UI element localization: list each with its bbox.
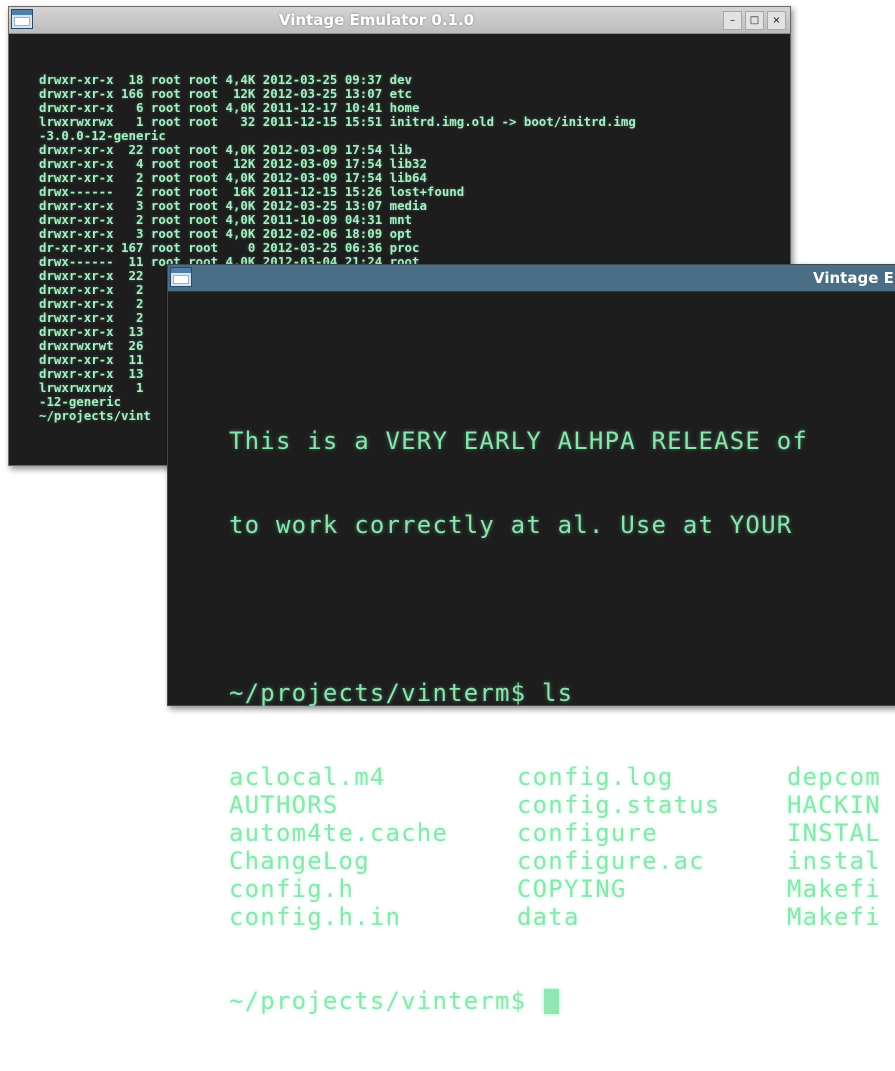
terminal-line: drwxr-xr-x 3 root root 4,0K 2012-02-06 1… bbox=[39, 226, 412, 241]
maximize-button[interactable]: □ bbox=[745, 11, 764, 30]
banner-line: to work correctly at al. Use at YOUR bbox=[229, 511, 793, 539]
file-name: Makefi bbox=[787, 903, 881, 931]
front-window-titlebar[interactable]: Vintage E bbox=[168, 265, 895, 292]
file-name: AUTHORS bbox=[229, 791, 339, 819]
file-name: COPYING bbox=[517, 875, 627, 903]
ls-listing: aclocal.m4 config.log depcom AUTHORS config.… bbox=[229, 763, 881, 931]
listing-row: ChangeLog configure.ac instal bbox=[229, 847, 881, 875]
terminal-line: drwx------ 2 root root 16K 2011-12-15 15… bbox=[39, 184, 465, 199]
file-name: configure.ac bbox=[517, 847, 705, 875]
terminal-line: drwxr-xr-x 4 root root 12K 2012-03-09 17… bbox=[39, 156, 427, 171]
file-name: config.log bbox=[517, 763, 674, 791]
file-name: configure bbox=[517, 819, 658, 847]
terminal-line: drwxr-xr-x 2 root root 4,0K 2012-03-09 1… bbox=[39, 170, 427, 185]
text-cursor bbox=[543, 989, 559, 1014]
prompt-line: ~/projects/vinterm$ ls bbox=[229, 679, 574, 707]
window-controls: – □ × bbox=[723, 11, 787, 30]
listing-row: config.h.in data Makefi bbox=[229, 903, 881, 931]
active-prompt-line[interactable]: ~/projects/vinterm$ bbox=[229, 987, 881, 1015]
front-window-title: Vintage E bbox=[813, 269, 894, 287]
terminal-line: drwxr-xr-x 18 root root 4,4K 2012-03-25 … bbox=[39, 72, 412, 87]
file-name: config.h bbox=[229, 875, 355, 903]
listing-row: autom4te.cache configure INSTAL bbox=[229, 819, 881, 847]
window-app-icon[interactable] bbox=[170, 267, 192, 287]
terminal-line: drwxr-xr-x 3 root root 4,0K 2012-03-25 1… bbox=[39, 198, 427, 213]
terminal-line: -3.0.0-12-generic bbox=[39, 128, 166, 143]
file-name: HACKIN bbox=[787, 791, 881, 819]
listing-row: config.h COPYING Makefi bbox=[229, 875, 881, 903]
front-terminal-output[interactable]: This is a VERY EARLY ALHPA RELEASE of to… bbox=[229, 371, 881, 1071]
terminal-line: drwxr-xr-x 22 root root 4,0K 2012-03-09 … bbox=[39, 142, 412, 157]
minimize-button[interactable]: – bbox=[723, 11, 742, 30]
listing-row: aclocal.m4 config.log depcom bbox=[229, 763, 881, 791]
front-terminal-window[interactable]: Vintage E This is a VERY EARLY ALHPA REL… bbox=[167, 264, 895, 1015]
file-name: autom4te.cache bbox=[229, 819, 449, 847]
terminal-line: drwxr-xr-x 2 root root 4,0K 2011-10-09 0… bbox=[39, 212, 412, 227]
close-button[interactable]: × bbox=[767, 11, 786, 30]
file-name: Makefi bbox=[787, 875, 881, 903]
banner-line: This is a VERY EARLY ALHPA RELEASE of bbox=[229, 427, 809, 455]
file-name: depcom bbox=[787, 763, 881, 791]
file-name: INSTAL bbox=[787, 819, 881, 847]
file-name: config.status bbox=[517, 791, 721, 819]
file-name: instal bbox=[787, 847, 881, 875]
terminal-line: drwxr-xr-x 166 root root 12K 2012-03-25 … bbox=[39, 86, 412, 101]
file-name: config.h.in bbox=[229, 903, 402, 931]
prompt-text: ~/projects/vinterm$ bbox=[229, 987, 542, 1015]
back-window-titlebar[interactable]: Vintage Emulator 0.1.0 – □ × bbox=[9, 7, 790, 34]
terminal-line: lrwxrwxrwx 1 root root 32 2011-12-15 15:… bbox=[39, 114, 636, 129]
terminal-line: dr-xr-xr-x 167 root root 0 2012-03-25 06… bbox=[39, 240, 420, 255]
file-name: aclocal.m4 bbox=[229, 763, 386, 791]
file-name: ChangeLog bbox=[229, 847, 370, 875]
back-window-title: Vintage Emulator 0.1.0 bbox=[278, 11, 475, 29]
terminal-line: drwxr-xr-x 6 root root 4,0K 2011-12-17 1… bbox=[39, 100, 420, 115]
listing-row: AUTHORS config.status HACKIN bbox=[229, 791, 881, 819]
file-name: data bbox=[517, 903, 580, 931]
